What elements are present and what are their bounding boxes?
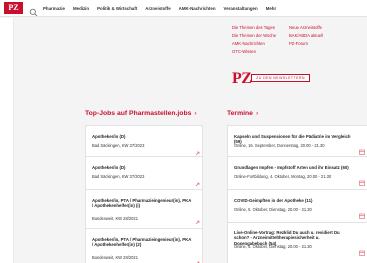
- job-title: Apotheker/in, PTA / Pharmazieingenieur(i…: [92, 198, 192, 209]
- jobs-heading-text: Top-Jobs auf Pharmastellen.jobs: [85, 110, 192, 117]
- nav-item-veranstaltungen[interactable]: Veranstaltungen: [224, 6, 258, 11]
- job-title: Apotheker/in (D): [92, 165, 126, 170]
- left-gutter: [0, 18, 14, 263]
- job-meta: Bundesweit, KW 28/2021: [92, 255, 138, 260]
- nav-menu: Pharmazie Medizin Politik & Wirtschaft A…: [43, 6, 276, 11]
- job-meta: Bad Säckingen, KW 37/2023: [92, 174, 145, 179]
- newsletter-links-col-2: Neue Arzneistoffe BAK/ABDA aktuell PZ-Fo…: [289, 24, 359, 48]
- link-pz-forum[interactable]: PZ-Forum: [289, 40, 359, 48]
- pz-logo[interactable]: PZ: [4, 2, 23, 14]
- newsletter-button[interactable]: ZU DEN NEWSLETTERN: [251, 74, 310, 82]
- nav-item-amk[interactable]: AMK-Nachrichten: [179, 6, 216, 11]
- job-meta: Bad Säckingen, KW 37/2023: [92, 143, 145, 148]
- chevron-right-icon: ›: [255, 110, 259, 117]
- search-icon[interactable]: [29, 4, 38, 16]
- external-link-icon: [195, 253, 200, 263]
- jobs-heading[interactable]: Top-Jobs auf Pharmastellen.jobs ›: [85, 110, 197, 117]
- calendar-icon: [359, 243, 365, 261]
- event-card[interactable]: COVID-Geimpften in der Apotheke (11) Onl…: [227, 189, 367, 225]
- link-bak-abda[interactable]: BAK/ABDA aktuell: [289, 32, 359, 40]
- job-title: Apotheker/in (D): [92, 134, 126, 139]
- nav-item-mehr[interactable]: Mehr: [266, 6, 277, 11]
- events-heading-text: Termine: [227, 110, 253, 117]
- event-title: Grundlagen Impfen - Impfstoff Arten und …: [234, 165, 349, 170]
- event-meta: Online, 5. Oktober, Dienstag, 20.00 - 21…: [234, 244, 312, 249]
- nav-item-arzneistoffe[interactable]: Arzneistoffe: [145, 6, 170, 11]
- link-otc-wissen[interactable]: OTC-Wissen: [232, 48, 302, 56]
- top-navigation: PZ Pharmazie Medizin Politik & Wirtschaf…: [0, 0, 367, 17]
- nav-item-medizin[interactable]: Medizin: [73, 6, 89, 11]
- job-title: Apotheker/in, PTA / Pharmazieingenieur(i…: [92, 237, 192, 248]
- job-meta: Bundesweit, KW 28/2021: [92, 216, 138, 221]
- event-title: COVID-Geimpften in der Apotheke (11): [234, 198, 313, 203]
- nav-item-politik[interactable]: Politik & Wirtschaft: [97, 6, 137, 11]
- event-meta: Online, 16. September, Donnerstag, 20.00…: [234, 143, 325, 148]
- job-card[interactable]: Apotheker/in (D) Bad Säckingen, KW 37/20…: [85, 156, 203, 192]
- event-meta: Online, 5. Oktober, Dienstag, 20.00 - 21…: [234, 207, 312, 212]
- events-heading[interactable]: Termine ›: [227, 110, 258, 117]
- event-card[interactable]: Live-Online-Vortrag: Rezklid Du auch u. …: [227, 222, 367, 263]
- event-meta: Online-Fortbildung, 4. Oktober, Montag, …: [234, 174, 332, 179]
- nav-item-pharmazie[interactable]: Pharmazie: [43, 6, 65, 11]
- link-neue-arzneistoffe[interactable]: Neue Arzneistoffe: [289, 24, 359, 32]
- event-card[interactable]: Grundlagen Impfen - Impfstoff Arten und …: [227, 156, 367, 192]
- chevron-right-icon: ›: [194, 110, 197, 117]
- job-card[interactable]: Apotheker/in, PTA / Pharmazieingenieur(i…: [85, 228, 203, 263]
- job-card[interactable]: Apotheker/in, PTA / Pharmazieingenieur(i…: [85, 189, 203, 231]
- pz-newsletter-logo: PZ: [232, 70, 252, 87]
